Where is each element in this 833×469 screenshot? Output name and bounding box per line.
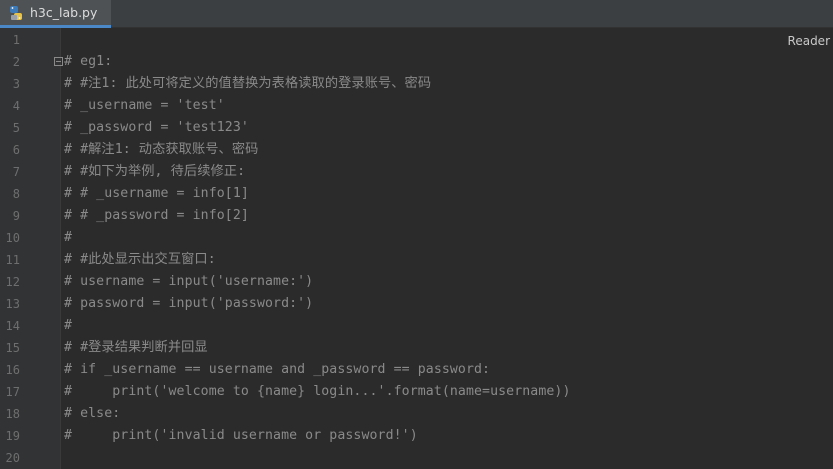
code-line[interactable]: 5 # _password = 'test123' (0, 117, 833, 139)
line-number: 15 (5, 341, 20, 355)
code-line[interactable]: 15 # #登录结果判断并回显 (0, 337, 833, 359)
code-line[interactable]: 17 # print('welcome to {name} login...'.f… (0, 381, 833, 403)
code-text: # else: (64, 406, 121, 421)
python-file-icon (8, 5, 24, 21)
line-number: 7 (12, 165, 20, 179)
code-line[interactable]: 11 # #此处显示出交互窗口: (0, 249, 833, 271)
code-line[interactable]: 3 # #注1: 此处可将定义的值替换为表格读取的登录账号、密码 (0, 73, 833, 95)
fold-marker-icon[interactable] (54, 57, 63, 66)
code-line[interactable]: 14 # (0, 315, 833, 337)
code-line[interactable]: 4 # _username = 'test' (0, 95, 833, 117)
line-number: 6 (12, 143, 20, 157)
code-line[interactable]: 16 # if _username == username and _passwo… (0, 359, 833, 381)
tab-filename: h3c_lab.py (30, 5, 98, 20)
line-number: 13 (5, 297, 20, 311)
code-editor[interactable]: Reader 1 2 # eg1: 3 # #注1: 此处可将定义的值替换为表格读取的登… (0, 28, 833, 469)
code-line[interactable]: 8 # # _username = info[1] (0, 183, 833, 205)
code-line[interactable]: 9 # # _password = info[2] (0, 205, 833, 227)
line-number: 10 (5, 231, 20, 245)
line-number: 2 (12, 55, 20, 69)
line-number: 14 (5, 319, 20, 333)
code-text: # username = input('username:') (64, 274, 314, 289)
code-line[interactable]: 13 # password = input('password:') (0, 293, 833, 315)
editor-tab-bar: h3c_lab.py (0, 0, 833, 28)
code-text: # print('invalid username or password!') (64, 428, 418, 443)
code-text: # eg1: (64, 54, 113, 69)
line-number: 4 (12, 99, 20, 113)
line-number: 12 (5, 275, 20, 289)
code-text: # _password = 'test123' (64, 120, 249, 135)
tab-h3c-lab-py[interactable]: h3c_lab.py (0, 0, 111, 28)
code-text: # (64, 230, 73, 245)
line-number: 20 (5, 451, 20, 465)
line-number: 8 (12, 187, 20, 201)
code-text: # #此处显示出交互窗口: (64, 252, 216, 267)
code-text: # _username = 'test' (64, 98, 225, 113)
code-text: # print('welcome to {name} login...'.for… (64, 384, 571, 399)
code-line[interactable]: 18 # else: (0, 403, 833, 425)
line-number: 9 (12, 209, 20, 223)
code-text: # password = input('password:') (64, 296, 314, 311)
code-line[interactable]: 6 # #解注1: 动态获取账号、密码 (0, 139, 833, 161)
line-number: 3 (12, 77, 20, 91)
code-line[interactable]: 7 # #如下为举例, 待后续修正: (0, 161, 833, 183)
code-text: # #如下为举例, 待后续修正: (64, 164, 246, 179)
code-line[interactable]: 20 (0, 447, 833, 469)
code-text: # # _username = info[1] (64, 186, 249, 201)
line-number: 19 (5, 429, 20, 443)
line-number: 17 (5, 385, 20, 399)
code-text: # #登录结果判断并回显 (64, 340, 208, 355)
code-text: # if _username == username and _password… (64, 362, 491, 377)
code-line[interactable]: 2 # eg1: (0, 51, 833, 73)
code-text: # #注1: 此处可将定义的值替换为表格读取的登录账号、密码 (64, 76, 432, 91)
code-line[interactable]: 10 # (0, 227, 833, 249)
code-text: # #解注1: 动态获取账号、密码 (64, 142, 259, 157)
code-line[interactable]: 12 # username = input('username:') (0, 271, 833, 293)
code-line[interactable]: 1 (0, 29, 833, 51)
line-number: 11 (5, 253, 20, 267)
ide-window: h3c_lab.py Reader 1 2 # eg1: 3 # #注1: 此处可将定义… (0, 0, 833, 469)
line-number: 1 (12, 33, 20, 47)
line-number: 18 (5, 407, 20, 421)
line-number: 5 (12, 121, 20, 135)
code-text: # # _password = info[2] (64, 208, 249, 223)
line-number: 16 (5, 363, 20, 377)
code-text: # (64, 318, 73, 333)
code-line[interactable]: 19 # print('invalid username or password!… (0, 425, 833, 447)
